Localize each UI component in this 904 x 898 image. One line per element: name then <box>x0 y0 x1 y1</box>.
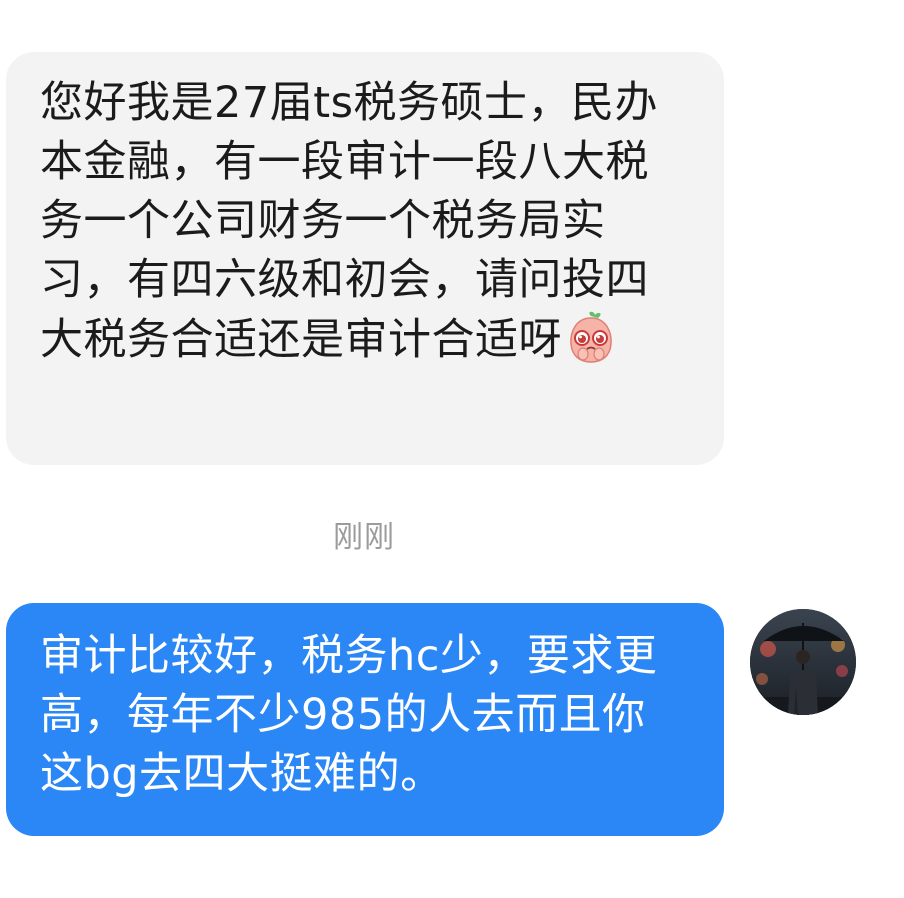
message-timestamp: 刚刚 <box>333 520 395 555</box>
outgoing-message-text: 审计比较好，税务hc少，要求更高，每年不少985的人去而且你这bg去四大挺难的。 <box>40 631 658 799</box>
pleading-face-icon <box>564 310 618 364</box>
avatar-image <box>750 609 856 715</box>
incoming-message-bubble[interactable]: 您好我是27届ts税务硕士，民办本金融，有一段审计一段八大税务一个公司财务一个税… <box>6 52 724 465</box>
chat-view: 您好我是27届ts税务硕士，民办本金融，有一段审计一段八大税务一个公司财务一个税… <box>0 0 904 898</box>
user-avatar[interactable] <box>750 609 856 715</box>
outgoing-message-bubble[interactable]: 审计比较好，税务hc少，要求更高，每年不少985的人去而且你这bg去四大挺难的。 <box>6 603 724 836</box>
